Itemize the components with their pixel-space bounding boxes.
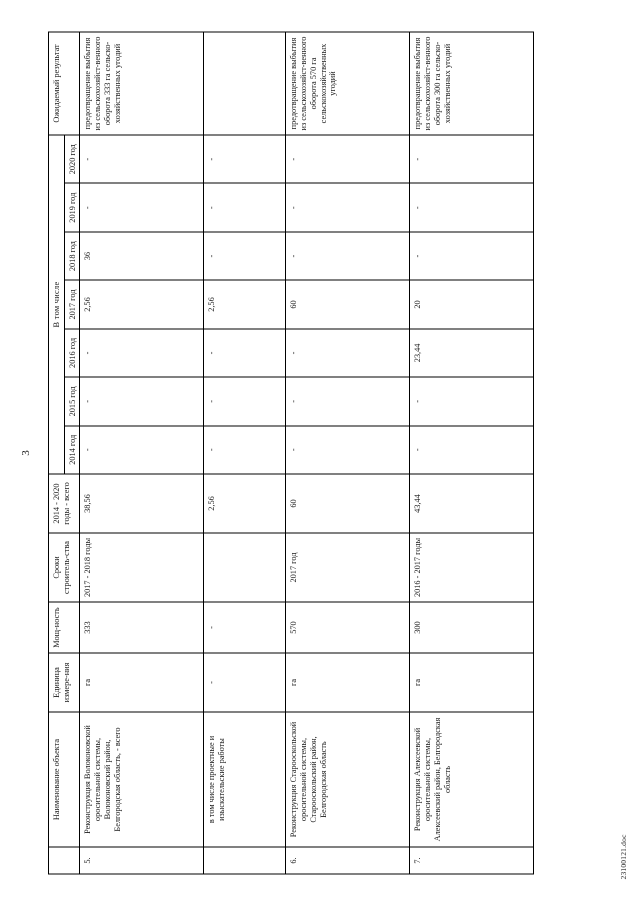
header-in-that-number: В том числе [48, 134, 65, 474]
table-header: Наименование объекта Единица измере-ния … [48, 31, 80, 874]
cell-object-name: Реконструкция Алексеевской оросительной … [409, 711, 534, 847]
header-expected-result: Ожидаемый результат [48, 31, 80, 135]
objects-table: Наименование объекта Единица измере-ния … [48, 31, 534, 874]
cell-number [203, 846, 286, 874]
cell-unit: га [285, 652, 410, 712]
document-page: 3 Наименование объекта Единица измере-ни… [0, 0, 640, 905]
cell-year-2020: - [285, 134, 410, 183]
cell-power: 570 [285, 601, 410, 653]
cell-year-2020: - [79, 134, 204, 183]
cell-year-2014: - [409, 425, 534, 474]
cell-object-name: Реконструкция Волоконовской оросительной… [79, 711, 204, 847]
cell-year-2019: - [203, 182, 286, 232]
cell-year-2017: 20 [409, 279, 534, 329]
cell-year-2020: - [409, 134, 534, 183]
cell-number: 6. [285, 846, 410, 874]
header-number [48, 846, 80, 874]
header-construction-terms: Сроки строитель-ства [48, 532, 80, 602]
header-year-2018: 2018 год [64, 231, 80, 280]
cell-year-2016: - [203, 328, 286, 377]
cell-year-2015: - [409, 376, 534, 426]
cell-year-2018: - [285, 231, 410, 280]
cell-expected-result: предотвращение выбытия из сельскохозяйст… [285, 31, 410, 135]
header-year-2019: 2019 год [64, 182, 80, 232]
table-row: в том числе проектные и изыскательские р… [203, 31, 286, 874]
header-year-2016: 2016 год [64, 328, 80, 377]
header-power: Мощ-ность [48, 601, 80, 653]
cell-number: 7. [409, 846, 534, 874]
cell-year-2015: - [285, 376, 410, 426]
header-object-name: Наименование объекта [48, 711, 80, 847]
cell-year-2014: - [79, 425, 204, 474]
cell-year-2015: - [203, 376, 286, 426]
cell-terms: 2017 год [285, 532, 410, 602]
cell-power: - [203, 601, 286, 653]
cell-year-2019: - [285, 182, 410, 232]
cell-unit: - [203, 652, 286, 712]
cell-expected-result: предотвращение выбытия из сельскохозяйст… [79, 31, 204, 135]
cell-year-2019: - [409, 182, 534, 232]
cell-terms [203, 532, 286, 602]
cell-terms: 2016 - 2017 годы [409, 532, 534, 602]
table-row: 7. Реконструкция Алексеевской оросительн… [409, 31, 534, 874]
cell-object-name: в том числе проектные и изыскательские р… [203, 711, 286, 847]
cell-year-2018: 36 [79, 231, 204, 280]
cell-power: 333 [79, 601, 204, 653]
cell-terms: 2017 - 2018 годы [79, 532, 204, 602]
cell-year-2016: 23,44 [409, 328, 534, 377]
cell-expected-result: предотвращение выбытия из сельскохозяйст… [409, 31, 534, 135]
cell-year-2019: - [79, 182, 204, 232]
cell-year-2018: - [409, 231, 534, 280]
page-number: 3 [20, 449, 32, 456]
cell-year-2020: - [203, 134, 286, 183]
cell-object-name: Реконструкция Старооскольской оросительн… [285, 711, 410, 847]
cell-year-2018: - [203, 231, 286, 280]
cell-total: 60 [285, 473, 410, 533]
cell-unit: га [409, 652, 534, 712]
cell-unit: га [79, 652, 204, 712]
cell-year-2014: - [203, 425, 286, 474]
cell-number: 5. [79, 846, 204, 874]
header-year-2015: 2015 год [64, 376, 80, 426]
cell-year-2015: - [79, 376, 204, 426]
header-year-2014: 2014 год [64, 425, 80, 474]
header-year-2017: 2017 год [64, 279, 80, 329]
cell-total: 2,56 [203, 473, 286, 533]
header-row-1: Наименование объекта Единица измере-ния … [48, 31, 80, 874]
cell-expected-result [203, 31, 286, 135]
page-content: 3 Наименование объекта Единица измере-ни… [0, 0, 640, 905]
cell-total: 38,56 [79, 473, 204, 533]
table-row: 6. Реконструкция Старооскольской оросите… [285, 31, 410, 874]
cell-power: 300 [409, 601, 534, 653]
header-unit: Единица измере-ния [48, 652, 80, 712]
header-year-2020: 2020 год [64, 134, 80, 183]
document-footer-filename: 23100121.doc [619, 833, 628, 879]
cell-year-2014: - [285, 425, 410, 474]
cell-year-2017: 2,56 [203, 279, 286, 329]
cell-year-2017: 60 [285, 279, 410, 329]
table-body: 5. Реконструкция Волоконовской ороситель… [79, 31, 534, 874]
table-row: 5. Реконструкция Волоконовской ороситель… [79, 31, 204, 874]
cell-year-2016: - [79, 328, 204, 377]
cell-year-2017: 2,56 [79, 279, 204, 329]
cell-year-2016: - [285, 328, 410, 377]
cell-total: 43,44 [409, 473, 534, 533]
header-total: 2014 - 2020 годы - всего [48, 473, 80, 533]
